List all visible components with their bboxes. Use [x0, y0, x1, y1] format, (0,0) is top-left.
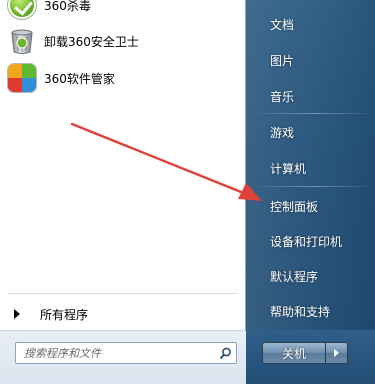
shutdown-options-button[interactable]: [326, 342, 348, 364]
divider: [258, 186, 368, 187]
search-box[interactable]: [15, 342, 237, 364]
program-label: 360杀毒: [44, 0, 91, 13]
shutdown-group: 关机: [262, 342, 348, 364]
start-menu: 360杀毒 卸载360安全卫士 360软件管家 所有程序 搜索程序和文件 文档 …: [0, 0, 375, 384]
all-programs-button[interactable]: 所有程序: [6, 302, 242, 326]
shutdown-button[interactable]: 关机: [262, 342, 326, 364]
chevron-right-icon: [334, 349, 339, 357]
right-item-music[interactable]: 音乐: [250, 83, 371, 109]
triangle-right-icon: [14, 309, 20, 319]
program-label: 卸载360安全卫士: [44, 34, 139, 49]
program-item-360-software-manager[interactable]: 360软件管家: [6, 60, 242, 96]
program-item-uninstall-360[interactable]: 卸载360安全卫士: [6, 23, 242, 59]
360-software-manager-icon: [8, 64, 36, 92]
360-antivirus-icon: [8, 0, 36, 19]
right-item-documents[interactable]: 文档: [250, 11, 371, 37]
right-item-games[interactable]: 游戏: [250, 119, 371, 145]
search-icon[interactable]: [214, 343, 236, 363]
right-item-control-panel[interactable]: 控制面板: [250, 193, 371, 219]
divider: [258, 113, 368, 114]
recycle-bin-icon: [8, 27, 36, 55]
search-input[interactable]: [16, 344, 214, 362]
all-programs-label: 所有程序: [40, 307, 89, 322]
right-item-computer[interactable]: 计算机: [250, 155, 371, 181]
divider: [8, 293, 238, 294]
right-item-default-programs[interactable]: 默认程序: [250, 263, 371, 289]
right-item-pictures[interactable]: 图片: [250, 47, 371, 73]
right-item-help-and-support[interactable]: 帮助和支持: [250, 298, 371, 324]
program-item-360-antivirus[interactable]: 360杀毒: [6, 0, 242, 23]
right-item-devices-and-printers[interactable]: 设备和打印机: [250, 228, 371, 254]
program-label: 360软件管家: [44, 71, 115, 86]
